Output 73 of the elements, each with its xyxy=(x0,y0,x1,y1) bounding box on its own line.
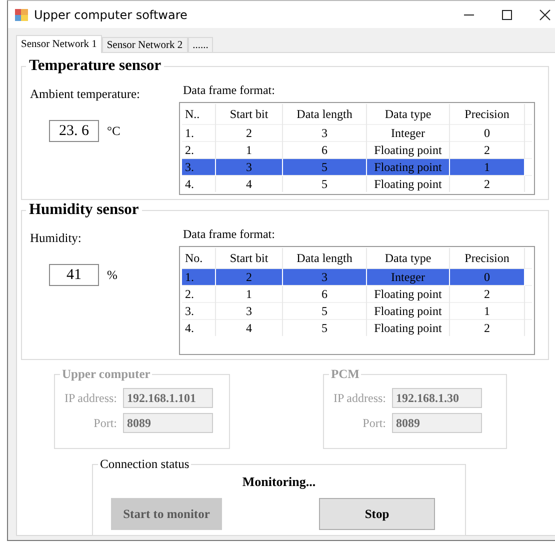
table-cell: 0 xyxy=(450,268,524,286)
tab[interactable]: Sensor Network 1 xyxy=(16,35,102,53)
table-cell: 2 xyxy=(216,268,282,286)
table-cell: 5 xyxy=(282,176,366,192)
window-title: Upper computer software xyxy=(34,8,188,22)
tab[interactable]: Sensor Network 2 xyxy=(102,37,188,52)
reading-label: Humidity: xyxy=(30,231,82,246)
table-cell: 1 xyxy=(450,158,524,176)
table-cell: 2 xyxy=(216,124,282,142)
column-header: Start bit xyxy=(216,104,282,124)
group-title: PCM xyxy=(330,367,360,382)
table-cell: 3 xyxy=(216,302,282,320)
table-cell: 1. xyxy=(182,124,216,142)
table-cell: 3. xyxy=(182,158,216,176)
table-cell: 5 xyxy=(282,302,366,320)
group-title: Upper computer xyxy=(61,367,152,382)
field-label: IP address: xyxy=(332,390,386,406)
table-cell: 1. xyxy=(182,268,216,286)
field-label: IP address: xyxy=(63,390,117,406)
column-header: Data length xyxy=(282,104,366,124)
close-icon[interactable] xyxy=(539,8,551,20)
column-header: N.. xyxy=(182,104,216,124)
table-row[interactable]: 4. 4 5 Floating point 2 xyxy=(182,320,532,336)
tab[interactable]: ...... xyxy=(188,37,214,52)
table-cell: Integer xyxy=(366,124,450,142)
table-cell: 4 xyxy=(216,176,282,192)
status-text: Monitoring... xyxy=(242,474,316,490)
table-cell: 3 xyxy=(216,158,282,176)
table-cell: Floating point xyxy=(366,286,450,302)
table-cell: 3 xyxy=(282,124,366,142)
table-cell: 1 xyxy=(216,286,282,302)
table-cell: 4. xyxy=(182,320,216,336)
table-cell: Floating point xyxy=(366,158,450,176)
app-icon xyxy=(15,8,28,20)
table-cell: 3 xyxy=(282,268,366,286)
reading-value: 41 xyxy=(49,264,99,286)
column-header: Data type xyxy=(366,104,450,124)
table-cell: 4. xyxy=(182,176,216,192)
table-cell: 5 xyxy=(282,158,366,176)
table-cell: Floating point xyxy=(366,320,450,336)
table-cell: 2 xyxy=(450,176,524,192)
table-row[interactable]: 3. 3 5 Floating point 1 xyxy=(182,158,532,176)
table-cell: Floating point xyxy=(366,176,450,192)
table-cell: 3. xyxy=(182,302,216,320)
maximize-icon[interactable] xyxy=(501,8,513,20)
table-cell: Floating point xyxy=(366,302,450,320)
group-title: Connection status xyxy=(99,457,190,472)
table-cell: 2. xyxy=(182,286,216,302)
table-row[interactable]: 1. 2 3 Integer 0 xyxy=(182,268,532,286)
table-row[interactable]: 1. 2 3 Integer 0 xyxy=(182,124,532,142)
table-cell: 5 xyxy=(282,320,366,336)
table-label: Data frame format: xyxy=(183,227,276,242)
reading-value: 23. 6 xyxy=(49,120,99,142)
table-cell: 0 xyxy=(450,124,524,142)
table-cell: Integer xyxy=(366,268,450,286)
unit-label: % xyxy=(107,268,118,282)
table-cell: 2 xyxy=(450,320,524,336)
table-row[interactable]: 3. 3 5 Floating point 1 xyxy=(182,302,532,320)
table-cell: 2 xyxy=(450,286,524,302)
group-title: Humidity sensor xyxy=(28,201,140,219)
table-cell: 6 xyxy=(282,286,366,302)
column-header: Precision xyxy=(450,104,524,124)
reading-label: Ambient temperature: xyxy=(30,87,142,102)
table-row[interactable]: 4. 4 5 Floating point 2 xyxy=(182,176,532,192)
group-title: Temperature sensor xyxy=(28,57,162,75)
unit-label: °C xyxy=(107,124,120,138)
action-button[interactable]: Stop xyxy=(319,498,435,530)
table-cell: 1 xyxy=(450,302,524,320)
field-label: Port: xyxy=(362,416,386,430)
field-label: Port: xyxy=(92,416,117,430)
table-cell: 4 xyxy=(216,320,282,336)
table-label: Data frame format: xyxy=(183,83,276,98)
table-row[interactable]: 2. 1 6 Floating point 2 xyxy=(182,286,532,302)
